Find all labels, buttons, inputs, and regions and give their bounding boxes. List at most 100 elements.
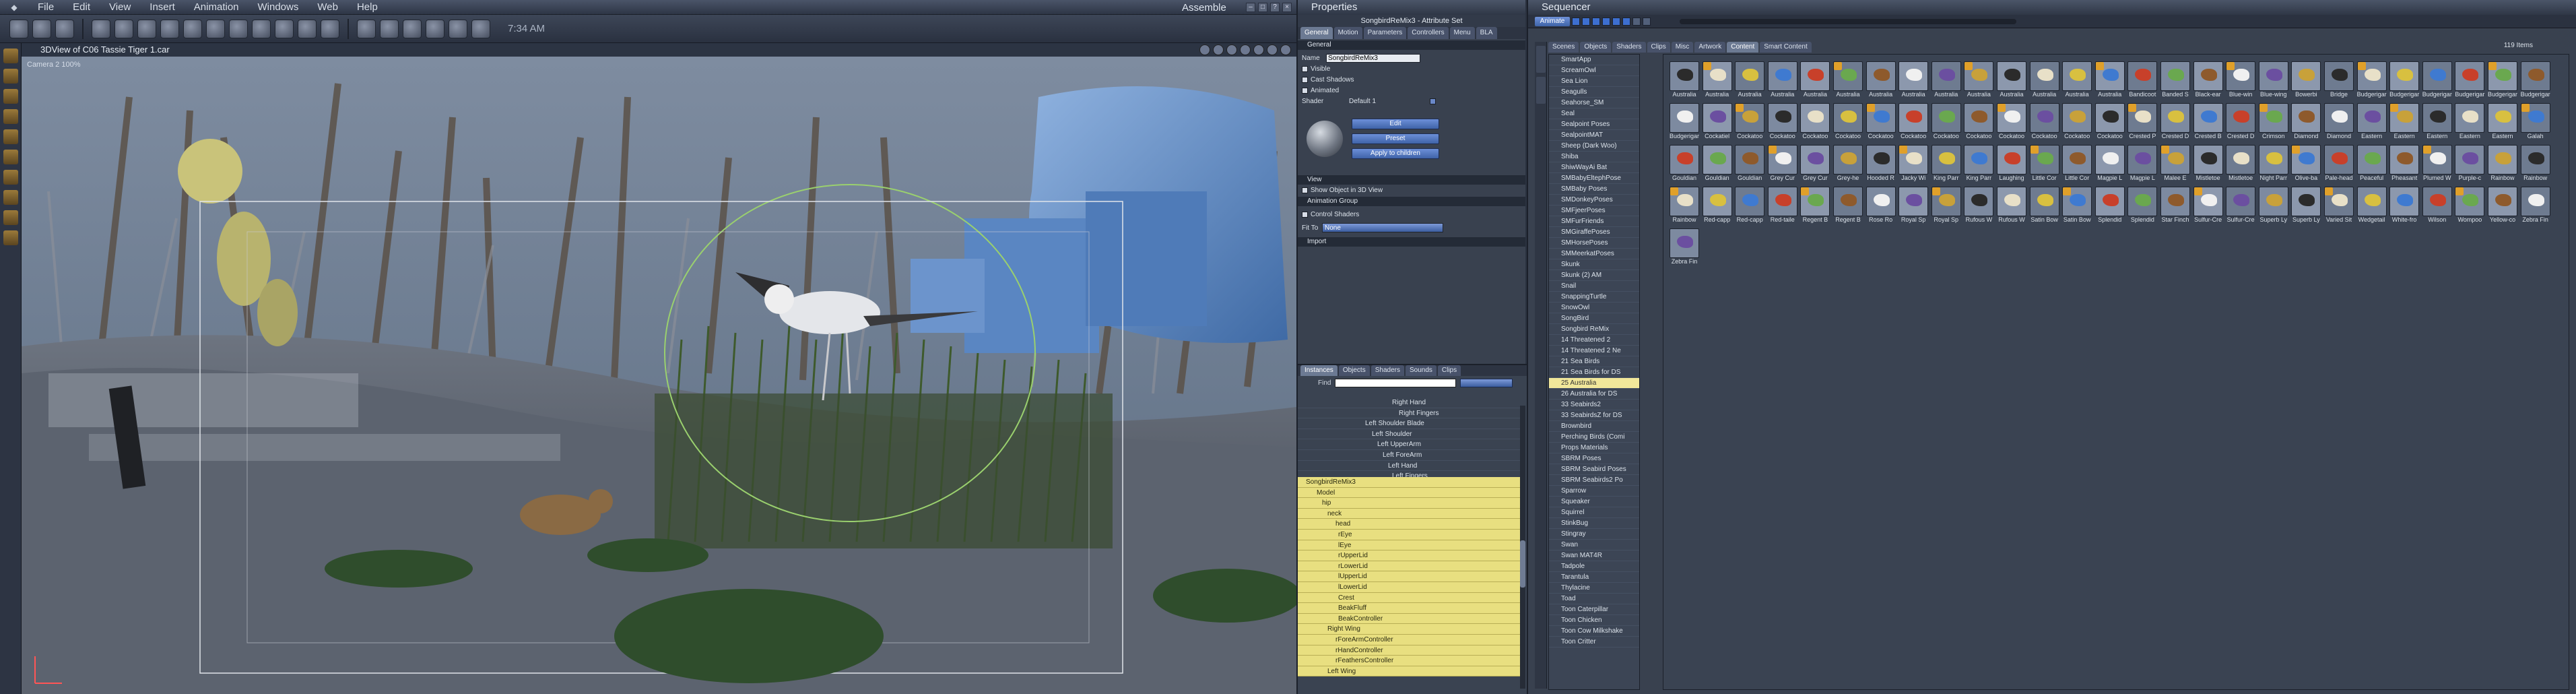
preset-button[interactable]: Preset <box>1352 133 1439 144</box>
content-item[interactable]: Gouldian <box>1734 145 1765 183</box>
list-item[interactable]: Squirrel <box>1549 507 1639 518</box>
list-item[interactable]: 21 Sea Birds for DS <box>1549 367 1639 378</box>
content-item[interactable]: Blue-win <box>2225 61 2256 99</box>
content-item[interactable]: Cockatoo <box>2094 103 2125 141</box>
list-item[interactable]: SMGiraffePoses <box>1549 227 1639 238</box>
list-item[interactable]: Sea Lion <box>1549 76 1639 87</box>
hand-tool-icon[interactable] <box>3 109 18 124</box>
list-item[interactable]: Thylacine <box>1549 583 1639 594</box>
content-item[interactable]: Galah <box>2520 103 2551 141</box>
list-item[interactable]: SMDonkeyPoses <box>1549 195 1639 206</box>
link-icon[interactable] <box>426 19 444 38</box>
pan-tool-icon[interactable] <box>3 190 18 205</box>
tree-node[interactable]: Left UpperArm <box>1298 439 1520 450</box>
tab-menu[interactable]: Menu <box>1449 27 1475 39</box>
tree-node[interactable]: rEye <box>1298 529 1520 540</box>
content-item[interactable]: Rufous W <box>1996 187 2027 224</box>
rewind-icon[interactable] <box>1572 17 1580 26</box>
content-item[interactable]: Diamond <box>2323 103 2354 141</box>
animation-group-header[interactable]: Animation Group <box>1298 197 1525 206</box>
play-icon[interactable] <box>1592 17 1600 26</box>
cone-primitive-icon[interactable] <box>160 19 179 38</box>
tree-node[interactable]: Right Fingers <box>1298 408 1520 419</box>
shader-preview-sphere[interactable] <box>1307 121 1343 157</box>
list-item[interactable]: 14 Threatened 2 <box>1549 335 1639 346</box>
content-item[interactable]: Bandicoot <box>2127 61 2158 99</box>
list-item[interactable]: Toad <box>1549 594 1639 604</box>
content-item[interactable]: Bowerbi <box>2290 61 2321 99</box>
render-icon[interactable] <box>55 19 74 38</box>
step-forward-icon[interactable] <box>1602 17 1610 26</box>
content-item[interactable]: Regent B <box>1832 187 1863 224</box>
tree-node[interactable]: lLowerLid <box>1298 581 1520 593</box>
tree-node[interactable]: Crest <box>1298 592 1520 604</box>
tab-controllers[interactable]: Controllers <box>1408 27 1449 39</box>
cast-shadows-checkbox[interactable] <box>1302 76 1308 83</box>
content-item[interactable]: Rainbow <box>1669 187 1700 224</box>
scroll-thumb[interactable] <box>1520 540 1525 588</box>
content-item[interactable]: Eastern <box>2356 103 2387 141</box>
link-tool-icon[interactable] <box>3 150 18 164</box>
content-item[interactable]: Bridge <box>2323 61 2354 99</box>
content-item[interactable]: Zebra Fin <box>1669 228 1700 266</box>
import-section-header[interactable]: Import <box>1298 237 1525 247</box>
content-item[interactable]: Satin Bow <box>2061 187 2092 224</box>
list-item[interactable]: SealpointMAT <box>1549 130 1639 141</box>
tree-node[interactable]: Left ForeArm <box>1298 450 1520 461</box>
plane-primitive-icon[interactable] <box>206 19 225 38</box>
content-item[interactable]: Varied Sit <box>2323 187 2354 224</box>
content-item[interactable]: Cockatoo <box>1865 103 1896 141</box>
step-back-icon[interactable] <box>1582 17 1590 26</box>
list-item[interactable]: SMMeerkatPoses <box>1549 249 1639 259</box>
content-item[interactable]: Hooded R <box>1865 145 1896 183</box>
content-item[interactable]: Red-taile <box>1767 187 1798 224</box>
tab-shaders[interactable]: Shaders <box>1612 42 1646 53</box>
tree-node[interactable]: rLowerLid <box>1298 561 1520 572</box>
content-item[interactable]: Crested P <box>2127 103 2158 141</box>
list-item[interactable]: Skunk (2) AM <box>1549 270 1639 281</box>
list-item[interactable]: Stingray <box>1549 529 1639 540</box>
scale-tool-icon[interactable] <box>3 89 18 104</box>
content-item[interactable]: Splendid <box>2127 187 2158 224</box>
box-icon[interactable] <box>1267 44 1278 55</box>
list-item[interactable]: SmartApp <box>1549 55 1639 65</box>
content-item[interactable]: Australia <box>1734 61 1765 99</box>
list-item[interactable]: SMFurFriends <box>1549 216 1639 227</box>
content-item[interactable]: Magpie L <box>2094 145 2125 183</box>
list-item[interactable]: SBRM Seabird Poses <box>1549 464 1639 475</box>
tab-clips[interactable]: Clips <box>1647 42 1670 53</box>
content-item[interactable]: Budgerigar <box>2389 61 2420 99</box>
zoom-tool-icon[interactable] <box>3 230 18 245</box>
content-item[interactable]: Budgerigar <box>2487 61 2518 99</box>
list-item[interactable]: Perching Birds (Comi <box>1549 432 1639 443</box>
content-item[interactable]: Rufous W <box>1963 187 1994 224</box>
find-input[interactable] <box>1335 378 1457 387</box>
tree-node[interactable]: hip <box>1298 498 1520 509</box>
menu-edit[interactable]: Edit <box>63 0 100 15</box>
tree-node[interactable]: neck <box>1298 508 1520 519</box>
list-item[interactable]: Seagulls <box>1549 87 1639 98</box>
content-item[interactable]: Red-capp <box>1734 187 1765 224</box>
arrow-tool-icon[interactable] <box>3 49 18 63</box>
list-item[interactable]: Sheep (Dark Woo) <box>1549 141 1639 152</box>
content-item[interactable]: Superb Ly <box>2258 187 2289 224</box>
list-item[interactable]: 14 Threatened 2 Ne <box>1549 346 1639 356</box>
edit-button[interactable]: Edit <box>1352 119 1439 129</box>
content-item[interactable]: Banded S <box>2160 61 2191 99</box>
bread-icon[interactable] <box>357 19 376 38</box>
content-item[interactable]: Budgerigar <box>2356 61 2387 99</box>
content-item[interactable]: Budgerigar <box>2520 61 2551 99</box>
content-item[interactable]: Wedgetail <box>2356 187 2387 224</box>
sphere-primitive-icon[interactable] <box>92 19 110 38</box>
tab-parameters[interactable]: Parameters <box>1363 27 1407 39</box>
content-item[interactable]: Australia <box>1669 61 1700 99</box>
tree-node[interactable]: BeakController <box>1298 613 1520 625</box>
content-item[interactable]: Peaceful <box>2356 145 2387 183</box>
list-item[interactable]: Seal <box>1549 108 1639 119</box>
bone-icon[interactable] <box>380 19 399 38</box>
tree-node[interactable]: Right Wing <box>1298 624 1520 635</box>
content-item[interactable]: King Parr <box>1931 145 1962 183</box>
find-dropdown[interactable] <box>1460 378 1513 387</box>
tab-artwork[interactable]: Artwork <box>1694 42 1726 53</box>
content-item[interactable]: Cockatoo <box>1996 103 2027 141</box>
